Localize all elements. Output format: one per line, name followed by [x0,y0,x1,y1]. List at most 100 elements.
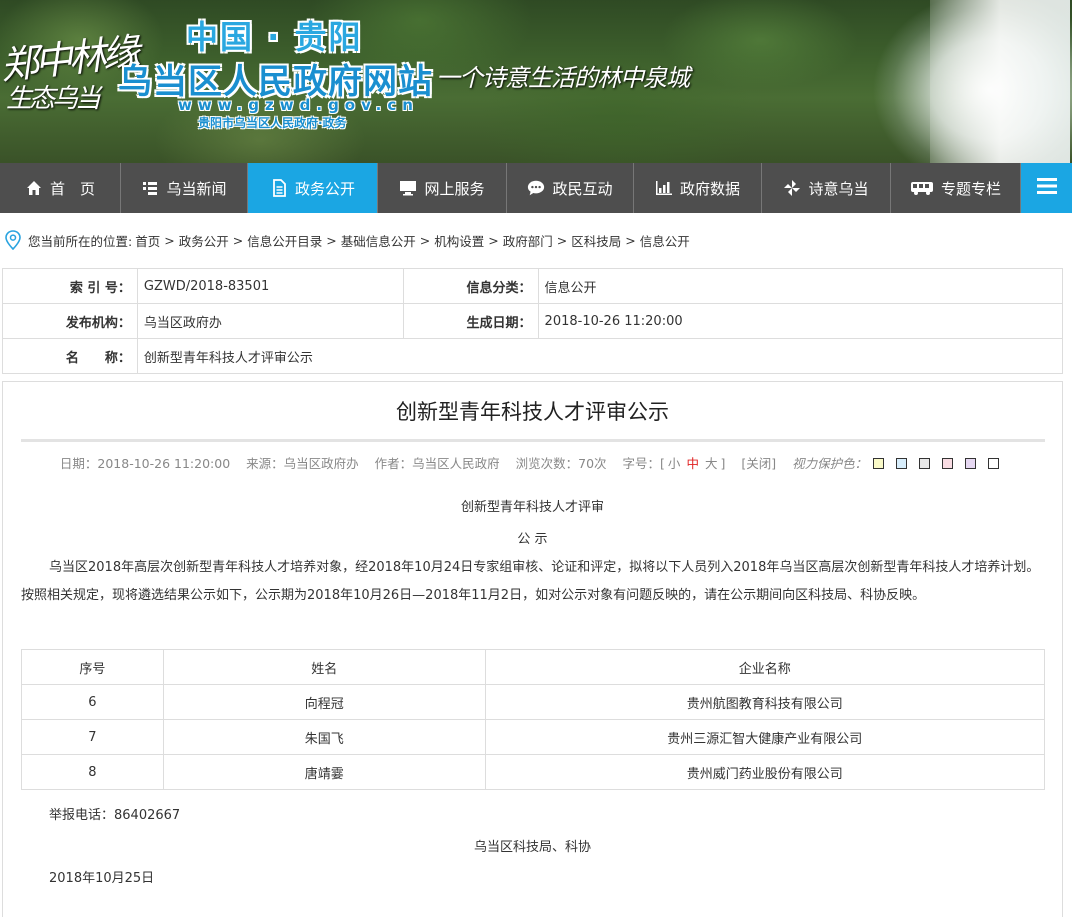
nav-item-gov-data[interactable]: 政府数据 [634,163,762,213]
nav-item-interaction[interactable]: 政民互动 [507,163,634,213]
close-link[interactable]: [关闭] [741,456,776,471]
meta-date: 日期：2018-10-26 11:20:00 [59,456,231,471]
pinwheel-icon [783,179,801,197]
home-icon [25,179,43,197]
breadcrumb-link-catalog[interactable]: 信息公开目录 [247,231,322,250]
breadcrumb-link-org[interactable]: 机构设置 [434,231,484,250]
column-header: 企业名称 [484,649,1046,685]
monitor-icon [399,179,417,197]
nav-item-special-topics[interactable]: 专题专栏 [891,163,1021,213]
column-header: 姓名 [162,649,486,685]
main-nav: 首 页 乌当新闻 政务公开 网上服务 政民互动 政府数据 诗意乌当 专题专栏 [0,163,1072,213]
table-header-row: 序号 姓名 企业名称 [21,649,1046,685]
cell-name: 向程冠 [162,684,486,720]
color-swatch-3[interactable] [919,458,931,469]
eye-protection-swatches [867,456,1005,471]
font-size-large-button[interactable]: 大 [705,456,718,471]
name-value: 创新型青年科技人才评审公示 [136,338,1064,374]
table-row: 名 称： 创新型青年科技人才评审公示 [2,338,1064,374]
info-metadata-table: 索 引 号： GZWD/2018-83501 信息分类： 信息公开 发布机构： … [2,268,1064,374]
cell-name: 唐靖霎 [162,754,486,790]
nav-item-news[interactable]: 乌当新闻 [121,163,248,213]
document-icon [270,179,288,197]
chat-icon [527,179,545,197]
notice-body: 乌当区2018年高层次创新型青年科技人才培养对象，经2018年10月24日专家组… [21,560,1040,603]
cell-index: 6 [21,684,164,720]
nav-item-label: 专题专栏 [940,179,1001,198]
breadcrumb-separator: > [488,232,499,248]
table-row: 索 引 号： GZWD/2018-83501 信息分类： 信息公开 [2,268,1064,304]
article-meta: 日期：2018-10-26 11:20:00 来源：乌当区政府办 作者：乌当区人… [3,453,1062,472]
breadcrumb-link-tech-bureau[interactable]: 区科技局 [571,231,621,250]
index-value: GZWD/2018-83501 [136,268,404,304]
breadcrumb-separator: > [419,232,431,248]
nav-item-label: 政民互动 [552,179,613,198]
color-swatch-6[interactable] [988,458,1000,469]
nav-item-online-service[interactable]: 网上服务 [378,163,507,213]
header-banner: 郑中林缘 生态乌当 中国 · 贵阳 乌当区人民政府网站 www.gzwd.gov… [0,0,1072,163]
cell-company: 贵州航图教育科技有限公司 [484,684,1046,720]
notice-heading: 创新型青年科技人才评审 [460,500,604,515]
bar-chart-icon [655,179,673,197]
table-row: 发布机构： 乌当区政府办 生成日期： 2018-10-26 11:20:00 [2,303,1064,339]
breadcrumb-prefix: 您当前所在的位置: [28,233,133,249]
table-row: 7 朱国飞 贵州三源汇智大健康产业有限公司 [21,719,1046,755]
nav-item-label: 首 页 [49,179,95,198]
nav-item-poetic-wudang[interactable]: 诗意乌当 [762,163,891,213]
nav-item-label: 网上服务 [424,179,485,198]
eye-protection-label: 视力保护色： [792,456,868,471]
color-swatch-5[interactable] [965,458,977,469]
category-value: 信息公开 [537,268,1064,304]
cell-index: 8 [21,754,164,790]
breadcrumb-link-basic-info[interactable]: 基础信息公开 [341,231,416,250]
bus-icon [910,179,934,197]
color-swatch-1[interactable] [873,458,885,469]
candidate-table: 序号 姓名 企业名称 6 向程冠 贵州航图教育科技有限公司 7 朱国飞 贵州三源… [21,649,1046,790]
nav-item-label: 诗意乌当 [808,179,869,198]
nav-item-home[interactable]: 首 页 [0,163,121,213]
breadcrumb-separator: > [326,232,337,248]
notice-date: 2018年10月25日 [49,871,155,886]
breadcrumb: 您当前所在的位置: 首页 > 政务公开 > 信息公开目录 > 基础信息公开 > … [4,229,690,251]
date-label: 生成日期： [402,303,539,339]
site-top-title: 中国 · 贵阳 [186,18,363,56]
breadcrumb-separator: > [232,232,244,248]
category-label: 信息分类： [402,268,539,304]
breadcrumb-link-gov-affairs[interactable]: 政务公开 [179,231,229,250]
nav-item-label: 政府数据 [679,179,740,198]
site-url: www.gzwd.gov.cn [178,96,419,114]
list-icon [141,179,159,197]
breadcrumb-link-departments[interactable]: 政府部门 [503,231,553,250]
breadcrumb-link-info-disclosure[interactable]: 信息公开 [640,231,690,250]
font-size-bracket: ] [720,456,726,471]
calligraphy-logo-sub: 生态乌当 [6,84,101,114]
color-swatch-2[interactable] [896,458,908,469]
font-size-small-button[interactable]: 小 [668,456,681,471]
site-slogan: 一个诗意生活的林中泉城 [436,64,690,92]
publisher-value: 乌当区政府办 [136,303,404,339]
cell-index: 7 [21,719,164,755]
meta-author: 作者：乌当区人民政府 [374,456,500,471]
title-divider [21,439,1045,442]
column-header: 序号 [21,649,164,685]
cell-company: 贵州威门药业股份有限公司 [484,754,1046,790]
breadcrumb-separator: > [625,232,636,248]
waterfall-mist [930,0,1070,163]
breadcrumb-link-home[interactable]: 首页 [135,231,160,250]
notice-subheading: 公 示 [517,532,548,547]
date-value: 2018-10-26 11:20:00 [537,303,1064,339]
meta-source: 来源：乌当区政府办 [246,456,359,471]
nav-item-gov-affairs[interactable]: 政务公开 [248,163,378,213]
breadcrumb-separator: > [164,232,175,248]
breadcrumb-separator: > [556,232,568,248]
color-swatch-4[interactable] [942,458,954,469]
font-size-label: 字号：[ [622,456,665,471]
table-row: 8 唐靖霎 贵州威门药业股份有限公司 [21,754,1046,790]
nav-item-label: 政务公开 [294,179,355,198]
font-size-medium-button[interactable]: 中 [686,456,699,471]
location-pin-icon [4,230,22,251]
cell-company: 贵州三源汇智大健康产业有限公司 [484,719,1046,755]
cell-name: 朱国飞 [162,719,486,755]
menu-button[interactable] [1021,163,1072,213]
publisher-label: 发布机构： [2,303,138,339]
